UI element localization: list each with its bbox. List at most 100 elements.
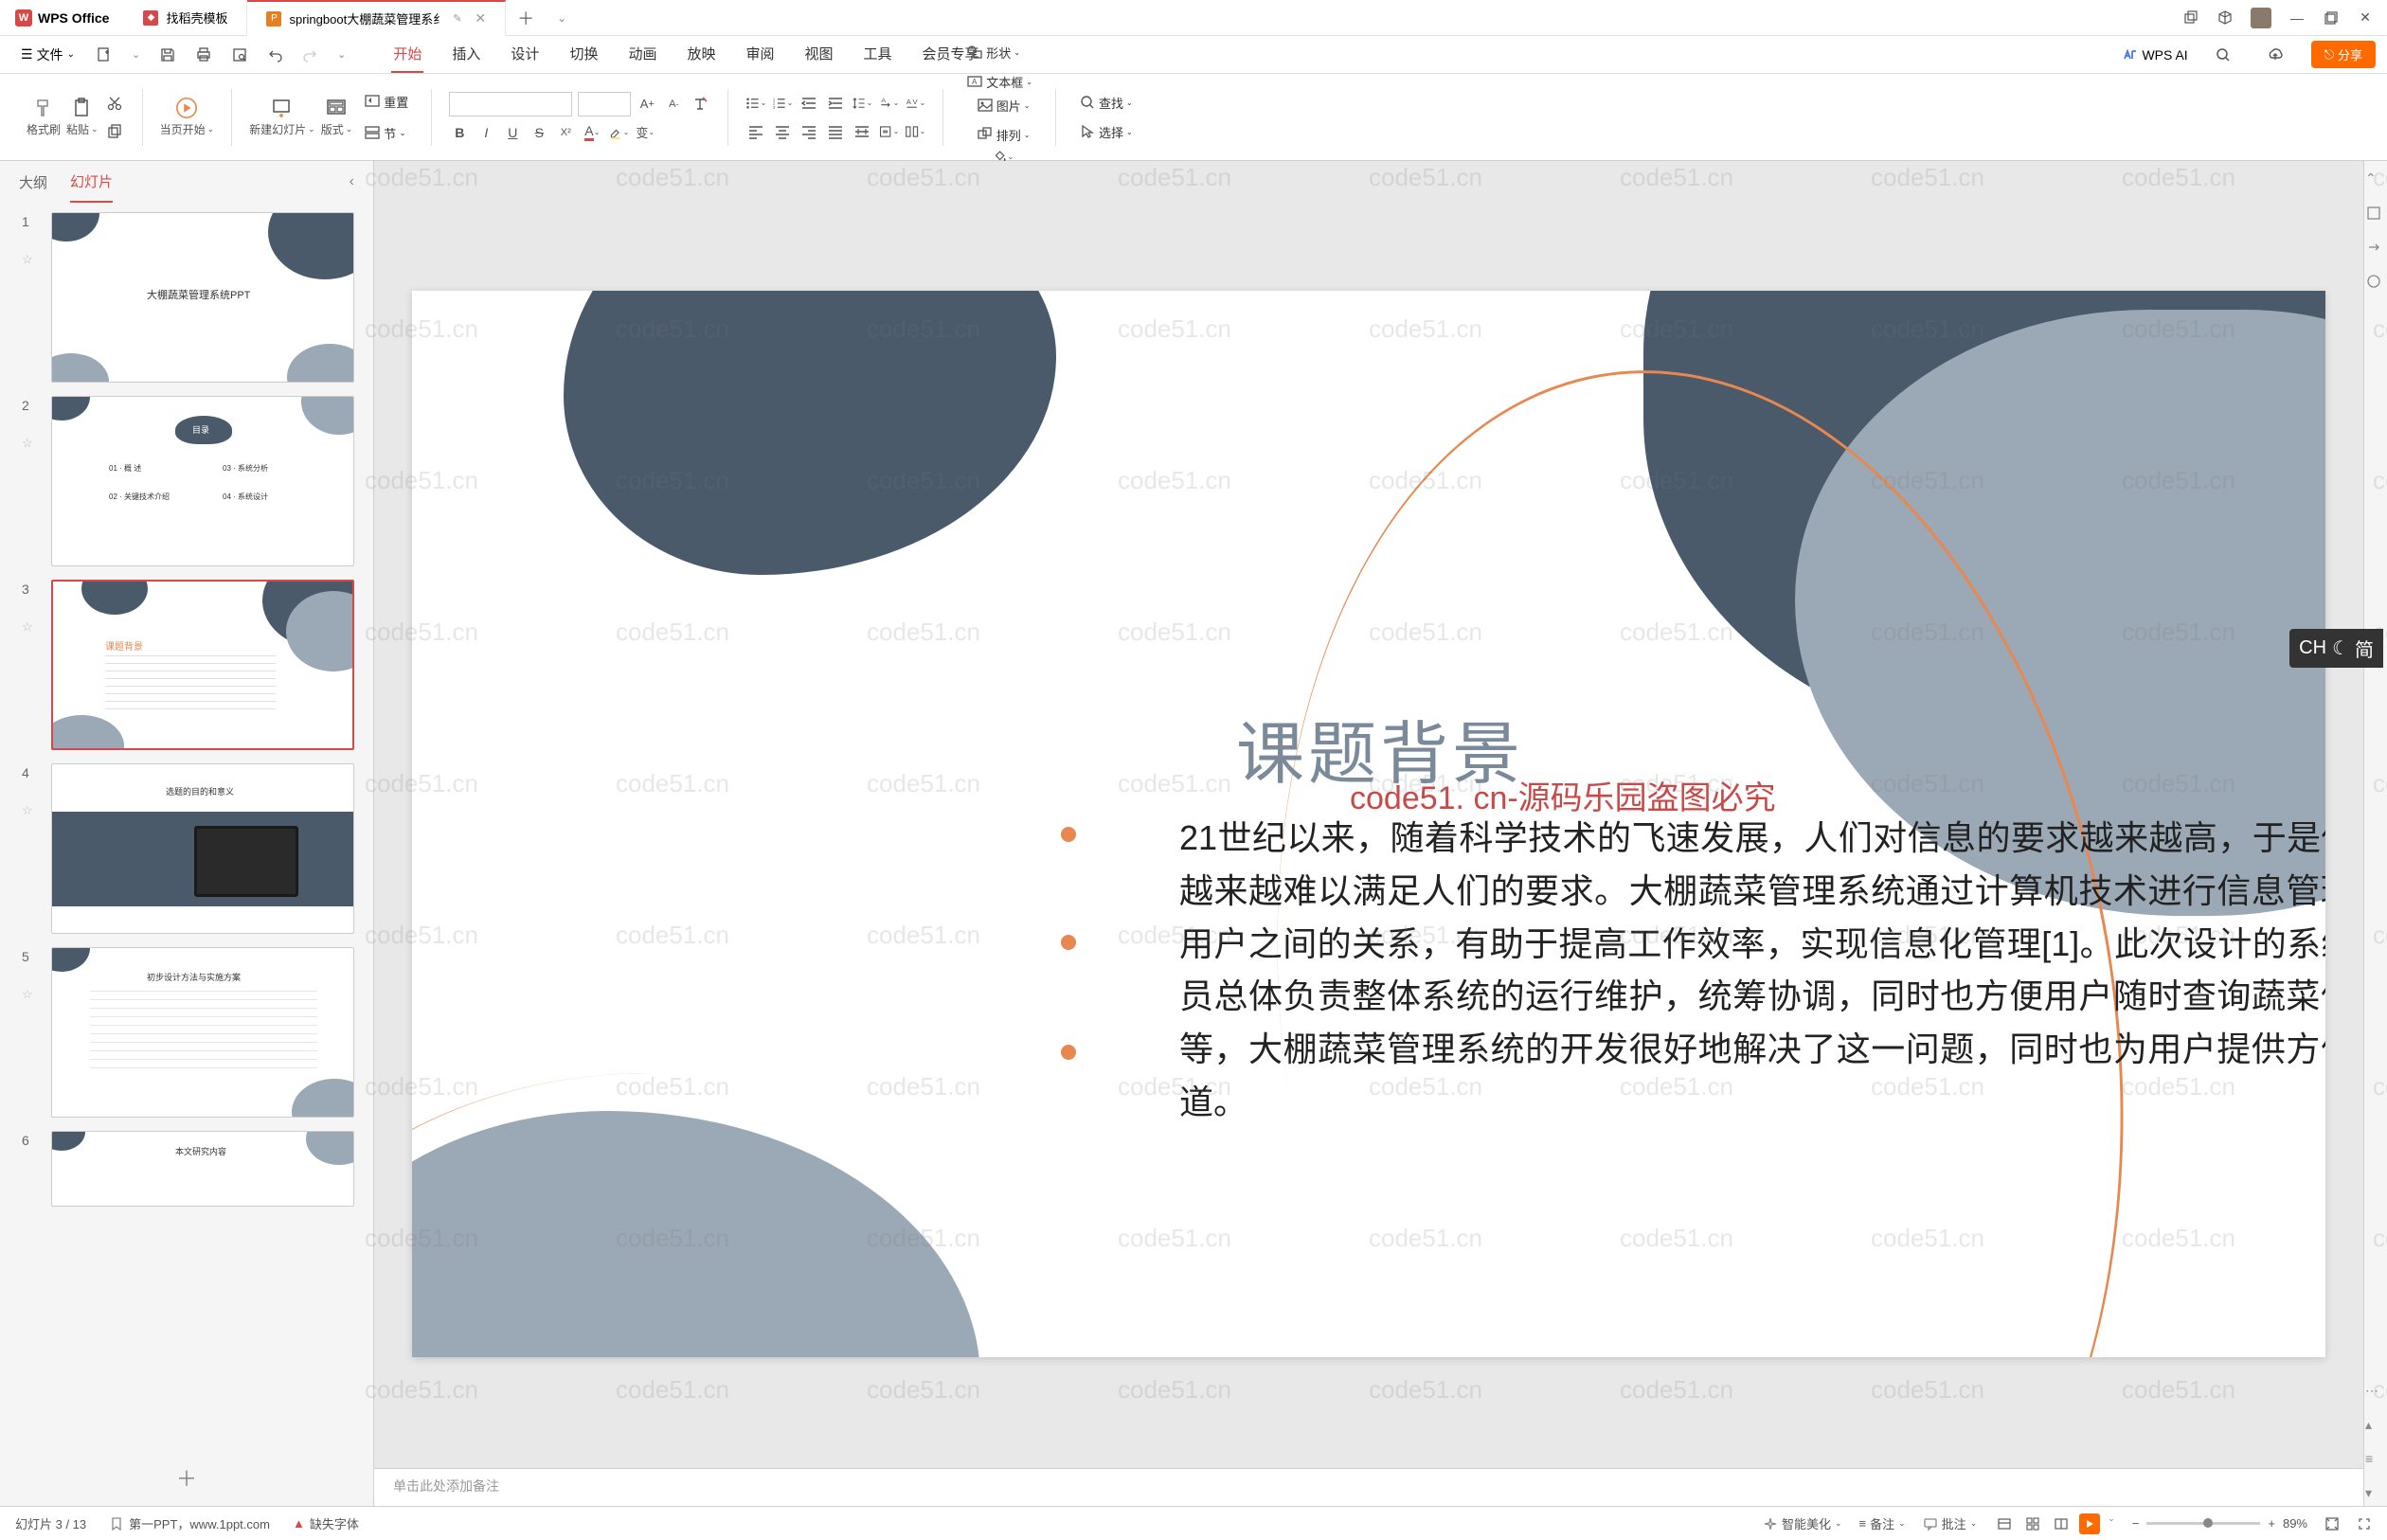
zoom-percent[interactable]: 89%	[2283, 1516, 2307, 1531]
zoom-slider[interactable]	[2146, 1522, 2260, 1525]
ime-indicator[interactable]: CH ☾ 简	[2289, 629, 2383, 668]
clear-format-icon[interactable]	[690, 94, 710, 115]
line-spacing-icon[interactable]: ⌄	[852, 93, 872, 114]
align-justify-icon[interactable]	[825, 121, 846, 142]
scroll-handle-icon[interactable]: ≡	[2365, 1451, 2386, 1472]
align-center-icon[interactable]	[772, 121, 793, 142]
text-direction-icon[interactable]: A⌄	[878, 93, 899, 114]
increase-indent-icon[interactable]	[825, 93, 846, 114]
scroll-down-icon[interactable]: ▾	[2365, 1485, 2386, 1506]
font-size-select[interactable]	[578, 92, 631, 116]
fit-to-window-icon[interactable]	[2324, 1516, 2340, 1531]
menu-tab-slideshow[interactable]: 放映	[685, 36, 717, 73]
search-icon[interactable]	[2207, 41, 2239, 69]
new-slide-button[interactable]: 新建幻灯片 ⌄	[249, 97, 315, 137]
cube-icon[interactable]	[2216, 9, 2234, 27]
collapse-panel-icon[interactable]: ‹	[350, 173, 354, 190]
minimize-icon[interactable]: —	[2288, 9, 2306, 27]
star-icon[interactable]: ☆	[22, 619, 39, 635]
shape-button[interactable]: 形状 ⌄	[960, 41, 1038, 64]
app-logo[interactable]: W WPS Office	[0, 9, 124, 27]
sorter-view-icon[interactable]	[2022, 1513, 2043, 1534]
new-doc-icon[interactable]	[88, 41, 120, 69]
add-slide-button[interactable]: ＋	[176, 1462, 197, 1493]
animation-pane-icon[interactable]	[2365, 239, 2386, 260]
columns-icon[interactable]: ⌄	[905, 121, 925, 142]
menu-tab-review[interactable]: 审阅	[744, 36, 776, 73]
slideshow-view-icon[interactable]	[2079, 1513, 2100, 1534]
print-icon[interactable]	[188, 41, 220, 69]
undo-icon[interactable]	[260, 41, 292, 69]
textbox-button[interactable]: A文本框 ⌄	[960, 70, 1038, 94]
text-effects-icon[interactable]: 变 ⌄	[635, 122, 655, 143]
comments-toggle[interactable]: 批注 ⌄	[1923, 1514, 1978, 1532]
missing-font-warning[interactable]: ▲ 缺失字体	[293, 1514, 359, 1532]
char-spacing-icon[interactable]: AV⌄	[905, 93, 925, 114]
superscript-icon[interactable]: X²	[555, 122, 576, 143]
redo-icon[interactable]	[296, 42, 326, 68]
reset-button[interactable]: 重置	[358, 90, 414, 114]
wps-ai-button[interactable]: WPS AI	[2123, 47, 2187, 63]
thumbnail-4[interactable]: 选题的目的和意义	[51, 763, 354, 934]
zoom-in-button[interactable]: +	[2268, 1516, 2275, 1531]
close-window-icon[interactable]: ✕	[2357, 9, 2374, 27]
underline-icon[interactable]: U	[502, 122, 523, 143]
numbering-icon[interactable]: 123⌄	[772, 93, 793, 114]
font-color-icon[interactable]: A ⌄	[582, 122, 602, 143]
expand-icon[interactable]	[2357, 1516, 2372, 1531]
notes-toggle[interactable]: ≡ 备注 ⌄	[1859, 1514, 1906, 1532]
slide-indicator[interactable]: 幻灯片 3 / 13	[15, 1514, 86, 1532]
avatar-icon[interactable]	[2251, 8, 2271, 28]
star-icon[interactable]: ☆	[22, 803, 39, 818]
add-tab-button[interactable]: ＋	[506, 6, 546, 30]
thumbnail-3[interactable]: 课题背景	[51, 580, 354, 750]
window-copy-icon[interactable]	[2182, 9, 2199, 27]
slide-canvas[interactable]: 课题背景 code51. cn-源码乐园盗图必究 21世纪以来，随着科学技术的飞…	[374, 161, 2363, 1468]
caret-up-icon[interactable]: ⌃	[2365, 170, 2386, 191]
font-name-select[interactable]	[449, 92, 572, 116]
slide-body-text[interactable]: 21世纪以来，随着科学技术的飞速发展，人们对信息的要求越来越高，于是传统的信息技…	[1179, 812, 2325, 1129]
zoom-out-button[interactable]: −	[2132, 1516, 2140, 1531]
menu-tab-design[interactable]: 设计	[509, 36, 541, 73]
notes-area[interactable]: 单击此处添加备注	[374, 1468, 2363, 1506]
template-source[interactable]: 第一PPT，www.1ppt.com	[109, 1514, 270, 1532]
menu-dropdown-icon[interactable]: ⌄	[330, 43, 353, 66]
strikethrough-icon[interactable]: S	[529, 122, 549, 143]
more-tools-icon[interactable]: ⋯	[2365, 1383, 2386, 1404]
scroll-up-icon[interactable]: ▴	[2365, 1417, 2386, 1438]
properties-icon[interactable]	[2365, 205, 2386, 225]
thumbnail-6[interactable]: 本文研究内容	[51, 1131, 354, 1207]
tab-document[interactable]: P springboot大棚蔬菜管理系纟 ✎ ✕	[247, 0, 506, 36]
layout-button[interactable]: 版式 ⌄	[321, 97, 353, 137]
thumbnail-2[interactable]: 目录 01 · 概 述 03 · 系统分析 02 · 关键技术介绍 04 · 系…	[51, 396, 354, 566]
decrease-indent-icon[interactable]	[799, 93, 819, 114]
play-current-button[interactable]: 当页开始 ⌄	[160, 97, 215, 137]
cut-icon[interactable]	[104, 93, 125, 114]
open-icon[interactable]: ⌄	[124, 43, 148, 66]
menu-tab-tools[interactable]: 工具	[862, 36, 894, 73]
current-slide[interactable]: 课题背景 code51. cn-源码乐园盗图必究 21世纪以来，随着科学技术的飞…	[412, 291, 2325, 1357]
share-button[interactable]: ⎋ 分享	[2311, 41, 2376, 68]
thumbnail-1[interactable]: 大棚蔬菜管理系统PPT	[51, 212, 354, 383]
arrange-button[interactable]: 排列 ⌄	[971, 123, 1036, 147]
thumbnail-list[interactable]: 1 ☆ 大棚蔬菜管理系统PPT 2 ☆	[0, 203, 373, 1449]
section-button[interactable]: 节 ⌄	[358, 121, 414, 145]
find-button[interactable]: 查找 ⌄	[1073, 91, 1139, 115]
thumbnail-5[interactable]: 初步设计方法与实施方案	[51, 947, 354, 1118]
menu-tab-transition[interactable]: 切换	[567, 36, 600, 73]
paste-button[interactable]: 粘贴 ⌄	[66, 97, 99, 137]
slideshow-dropdown-icon[interactable]: ⌄	[2108, 1513, 2115, 1534]
picture-button[interactable]: 图片 ⌄	[971, 94, 1036, 117]
distribute-h-icon[interactable]	[852, 121, 872, 142]
cloud-sync-icon[interactable]	[2258, 40, 2292, 70]
menu-tab-view[interactable]: 视图	[803, 36, 835, 73]
menu-tab-animation[interactable]: 动画	[626, 36, 658, 73]
star-icon[interactable]: ☆	[22, 436, 39, 451]
file-menu[interactable]: ☰ 文件 ⌄	[11, 42, 84, 68]
palette-icon[interactable]	[2365, 273, 2386, 294]
vertical-align-icon[interactable]: ⌄	[878, 121, 899, 142]
star-icon[interactable]: ☆	[22, 252, 39, 267]
save-icon[interactable]	[152, 41, 184, 69]
decrease-font-icon[interactable]: A-	[663, 94, 684, 115]
increase-font-icon[interactable]: A+	[637, 94, 657, 115]
